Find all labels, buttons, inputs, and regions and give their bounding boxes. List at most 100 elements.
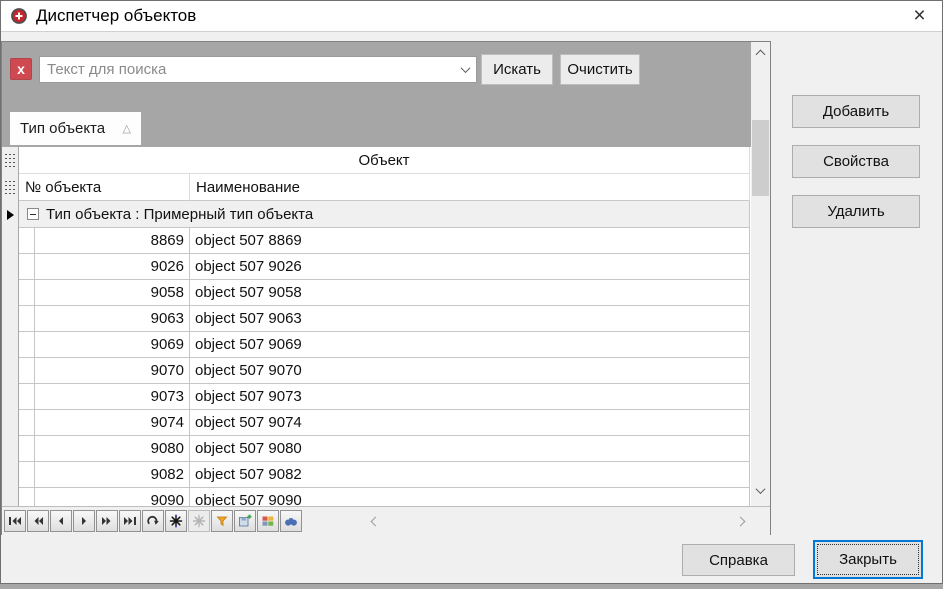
- find-binoculars-icon-button[interactable]: [280, 510, 302, 532]
- row-indicator: [2, 280, 19, 306]
- cell-object-number[interactable]: 9090: [35, 488, 190, 506]
- navigator-toolbar: [2, 506, 770, 535]
- cell-object-number[interactable]: 9073: [35, 384, 190, 410]
- cell-object-name[interactable]: object 507 9058: [190, 280, 750, 306]
- row-indicator: [2, 254, 19, 280]
- scroll-right-icon[interactable]: [736, 516, 746, 526]
- properties-button[interactable]: Свойства: [792, 145, 920, 178]
- nav-last-button[interactable]: [119, 510, 141, 532]
- table-row[interactable]: 9058object 507 9058: [2, 280, 750, 306]
- cell-object-number[interactable]: 9026: [35, 254, 190, 280]
- save-layout-icon-button[interactable]: [234, 510, 256, 532]
- row-indicator: [2, 410, 19, 436]
- table-row[interactable]: 9063object 507 9063: [2, 306, 750, 332]
- group-indent: [19, 488, 35, 506]
- app-icon: [10, 7, 28, 25]
- cell-object-number[interactable]: 9069: [35, 332, 190, 358]
- group-row-cell[interactable]: Тип объекта : Примерный тип объекта: [19, 201, 750, 228]
- search-button[interactable]: Искать: [481, 54, 553, 85]
- cell-object-name[interactable]: object 507 9090: [190, 488, 750, 506]
- group-indent: [19, 332, 35, 358]
- cell-object-name[interactable]: object 507 9026: [190, 254, 750, 280]
- collapse-group-icon[interactable]: [27, 208, 39, 220]
- layout-icon-button[interactable]: [257, 510, 279, 532]
- horizontal-scrollbar[interactable]: [358, 510, 754, 532]
- cell-object-name[interactable]: object 507 9070: [190, 358, 750, 384]
- scroll-left-icon[interactable]: [371, 516, 381, 526]
- append-record-disabled-button: [188, 510, 210, 532]
- column-header-name[interactable]: Наименование: [190, 174, 750, 201]
- cell-object-name[interactable]: object 507 9063: [190, 306, 750, 332]
- column-header-number[interactable]: № объекта: [19, 174, 190, 201]
- append-record-button[interactable]: [165, 510, 187, 532]
- cell-object-number[interactable]: 9058: [35, 280, 190, 306]
- filter-icon-button[interactable]: [211, 510, 233, 532]
- nav-prior-page-button[interactable]: [27, 510, 49, 532]
- title-bar: Диспетчер объектов ×: [1, 1, 942, 32]
- nav-next-button[interactable]: [73, 510, 95, 532]
- clear-search-icon[interactable]: x: [10, 58, 32, 80]
- cell-object-number[interactable]: 8869: [35, 228, 190, 254]
- search-combobox: [39, 56, 477, 83]
- band-header-row: Объект: [2, 147, 750, 174]
- cell-object-name[interactable]: object 507 9069: [190, 332, 750, 358]
- cell-object-number[interactable]: 9074: [35, 410, 190, 436]
- group-indent: [19, 306, 35, 332]
- row-indicator: [2, 462, 19, 488]
- group-indent: [19, 410, 35, 436]
- vertical-scroll-thumb[interactable]: [752, 120, 769, 196]
- table-row[interactable]: 9090object 507 9090: [2, 488, 750, 506]
- nav-prior-button[interactable]: [50, 510, 72, 532]
- row-indicator-icon: [5, 181, 15, 194]
- vertical-scrollbar[interactable]: [751, 42, 770, 506]
- cell-object-name[interactable]: object 507 9082: [190, 462, 750, 488]
- table-row[interactable]: 8869object 507 8869: [2, 228, 750, 254]
- close-icon[interactable]: ×: [897, 1, 942, 31]
- cell-object-number[interactable]: 9080: [35, 436, 190, 462]
- group-indent: [19, 462, 35, 488]
- table-row[interactable]: 9074object 507 9074: [2, 410, 750, 436]
- table-rows: 8869object 507 88699026object 507 902690…: [2, 228, 751, 506]
- row-indicator: [2, 358, 19, 384]
- sort-ascending-icon: △: [123, 122, 131, 135]
- focused-row-indicator: [2, 201, 19, 228]
- table-row[interactable]: 9026object 507 9026: [2, 254, 750, 280]
- delete-button[interactable]: Удалить: [792, 195, 920, 228]
- scroll-down-icon[interactable]: [751, 482, 770, 499]
- clear-button[interactable]: Очистить: [560, 54, 640, 85]
- close-button[interactable]: Закрыть: [813, 540, 923, 579]
- cell-object-name[interactable]: object 507 9080: [190, 436, 750, 462]
- table-row[interactable]: 9070object 507 9070: [2, 358, 750, 384]
- table-row[interactable]: 9080object 507 9080: [2, 436, 750, 462]
- search-panel: x Искать Очистить Тип объекта △: [2, 42, 751, 147]
- band-header[interactable]: Объект: [19, 147, 750, 174]
- row-indicator: [2, 306, 19, 332]
- help-button[interactable]: Справка: [682, 544, 795, 576]
- group-by-chip[interactable]: Тип объекта △: [10, 112, 141, 145]
- row-indicator: [2, 228, 19, 254]
- table-row[interactable]: 9069object 507 9069: [2, 332, 750, 358]
- cell-object-name[interactable]: object 507 9073: [190, 384, 750, 410]
- row-indicator: [2, 436, 19, 462]
- group-indent: [19, 228, 35, 254]
- group-indent: [19, 254, 35, 280]
- scroll-up-icon[interactable]: [751, 46, 770, 63]
- objects-grid: x Искать Очистить Тип объекта △ Объект №…: [1, 41, 771, 535]
- cell-object-number[interactable]: 9082: [35, 462, 190, 488]
- table-row[interactable]: 9073object 507 9073: [2, 384, 750, 410]
- nav-first-button[interactable]: [4, 510, 26, 532]
- window-title: Диспетчер объектов: [36, 6, 196, 26]
- cell-object-number[interactable]: 9063: [35, 306, 190, 332]
- indicator-cell: [2, 147, 19, 174]
- cell-object-name[interactable]: object 507 8869: [190, 228, 750, 254]
- nav-next-page-button[interactable]: [96, 510, 118, 532]
- add-button[interactable]: Добавить: [792, 95, 920, 128]
- cell-object-name[interactable]: object 507 9074: [190, 410, 750, 436]
- refresh-button[interactable]: [142, 510, 164, 532]
- cell-object-number[interactable]: 9070: [35, 358, 190, 384]
- table-row[interactable]: 9082object 507 9082: [2, 462, 750, 488]
- group-row[interactable]: Тип объекта : Примерный тип объекта: [2, 201, 750, 228]
- chevron-down-icon[interactable]: [454, 57, 476, 82]
- search-input[interactable]: [40, 61, 454, 78]
- group-indent: [19, 436, 35, 462]
